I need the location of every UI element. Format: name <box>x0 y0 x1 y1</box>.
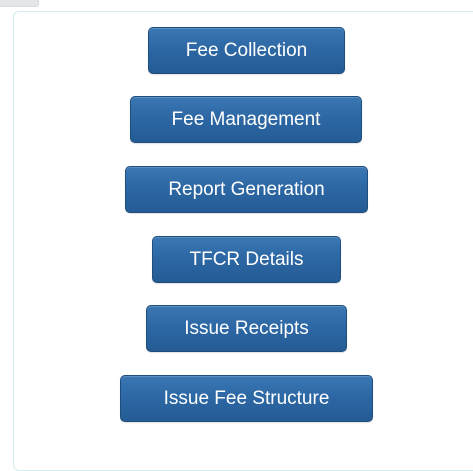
issue-fee-structure-button[interactable]: Issue Fee Structure <box>120 375 373 422</box>
report-generation-button[interactable]: Report Generation <box>125 166 368 213</box>
fee-menu: Fee Collection Fee Management Report Gen… <box>0 0 473 455</box>
tfcr-details-button[interactable]: TFCR Details <box>152 236 341 283</box>
issue-receipts-button[interactable]: Issue Receipts <box>146 305 347 352</box>
fee-management-button[interactable]: Fee Management <box>130 96 362 143</box>
fee-collection-button[interactable]: Fee Collection <box>148 27 345 74</box>
